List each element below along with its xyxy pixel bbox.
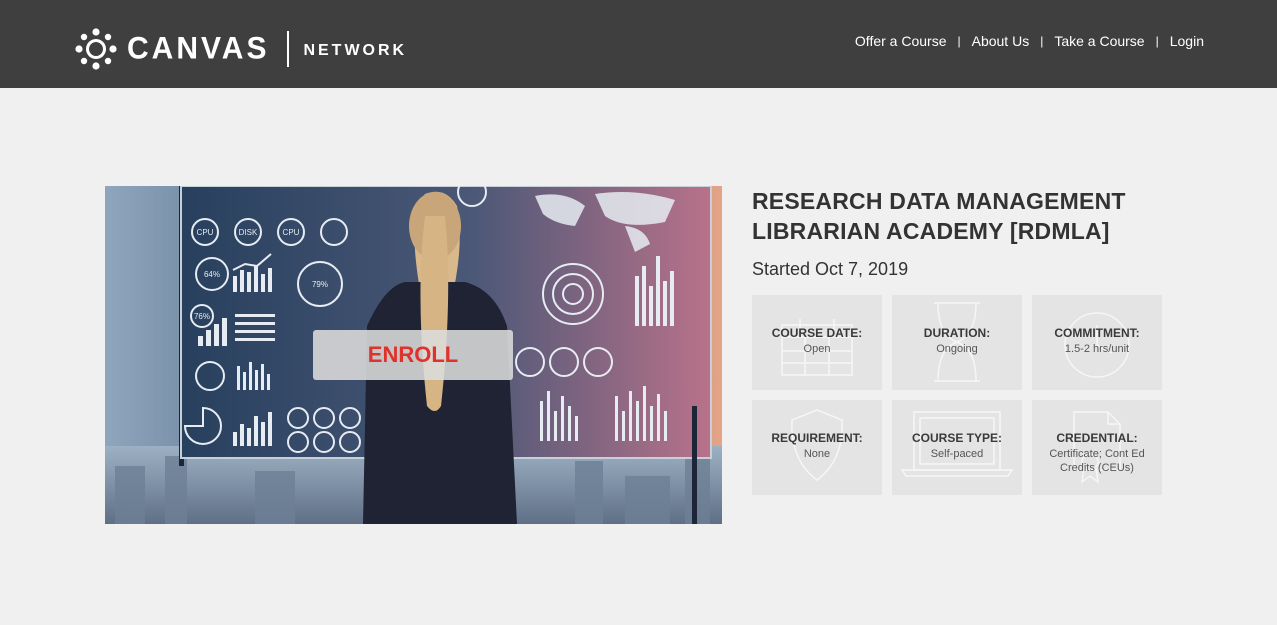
tile-value: Self-paced [930,448,984,460]
tile-label: COURSE TYPE: [911,431,1002,445]
gauge-label: CPU [197,228,214,237]
enroll-button[interactable]: ENROLL [313,330,513,380]
canvas-network-logo[interactable]: CANVAS NETWORK [75,28,407,70]
top-nav-bar: CANVAS NETWORK Offer a Course | About Us… [0,0,1277,88]
nav-offer-a-course[interactable]: Offer a Course [855,33,947,49]
gauge-label: 64% [204,270,220,279]
nav-take-a-course[interactable]: Take a Course [1054,33,1144,49]
nav-separator: | [1040,34,1044,48]
tile-requirement: REQUIREMENT: None [752,400,882,495]
gauge-label: CPU [283,228,300,237]
course-title: RESEARCH DATA MANAGEMENT LIBRARIAN ACADE… [752,186,1172,246]
logo-subtitle: NETWORK [303,41,408,59]
tile-value: None [803,448,831,460]
course-title-line-1: RESEARCH DATA MANAGEMENT [752,188,1126,214]
nav-about-us[interactable]: About Us [972,33,1030,49]
tile-label: DURATION: [923,326,991,340]
tile-duration: DURATION: Ongoing [892,295,1022,390]
logo-wordmark: CANVAS [127,31,270,66]
tile-credential: CREDENTIAL: Certificate; Cont Ed Credits… [1032,400,1162,495]
tile-label: REQUIREMENT: [771,431,863,445]
main-nav: Offer a Course | About Us | Take a Cours… [855,33,1204,49]
tile-course-type: COURSE TYPE: Self-paced [892,400,1022,495]
tile-label: CREDENTIAL: [1056,431,1138,445]
nav-separator: | [957,34,961,48]
course-hero-image: CPU DISK CPU 64% 79% 76% ENROLL [105,186,722,524]
canvas-logo-icon [75,28,117,70]
gauge-label: DISK [239,228,258,237]
tile-label: COURSE DATE: [771,326,863,340]
tile-course-date: COURSE DATE: Open [752,295,882,390]
tile-value: Certificate; Cont Ed Credits (CEUs) [1049,448,1145,474]
course-details-grid: COURSE DATE: Open DURATION: Ongoing COMM… [752,295,1162,495]
tile-label: COMMITMENT: [1054,326,1140,340]
course-title-line-2: LIBRARIAN ACADEMY [RDMLA] [752,218,1110,244]
course-start-date: Started Oct 7, 2019 [752,259,909,279]
gauge-label: 79% [312,280,328,289]
nav-login[interactable]: Login [1170,33,1204,49]
tile-value: Ongoing [936,343,978,355]
tile-value: 1.5-2 hrs/unit [1064,343,1130,355]
tile-value: Open [803,343,831,355]
gauge-label: 76% [194,312,210,321]
course-info: RESEARCH DATA MANAGEMENT LIBRARIAN ACADE… [752,186,1172,280]
tile-commitment: COMMITMENT: 1.5-2 hrs/unit [1032,295,1162,390]
logo-divider [287,31,290,67]
nav-separator: | [1155,34,1159,48]
